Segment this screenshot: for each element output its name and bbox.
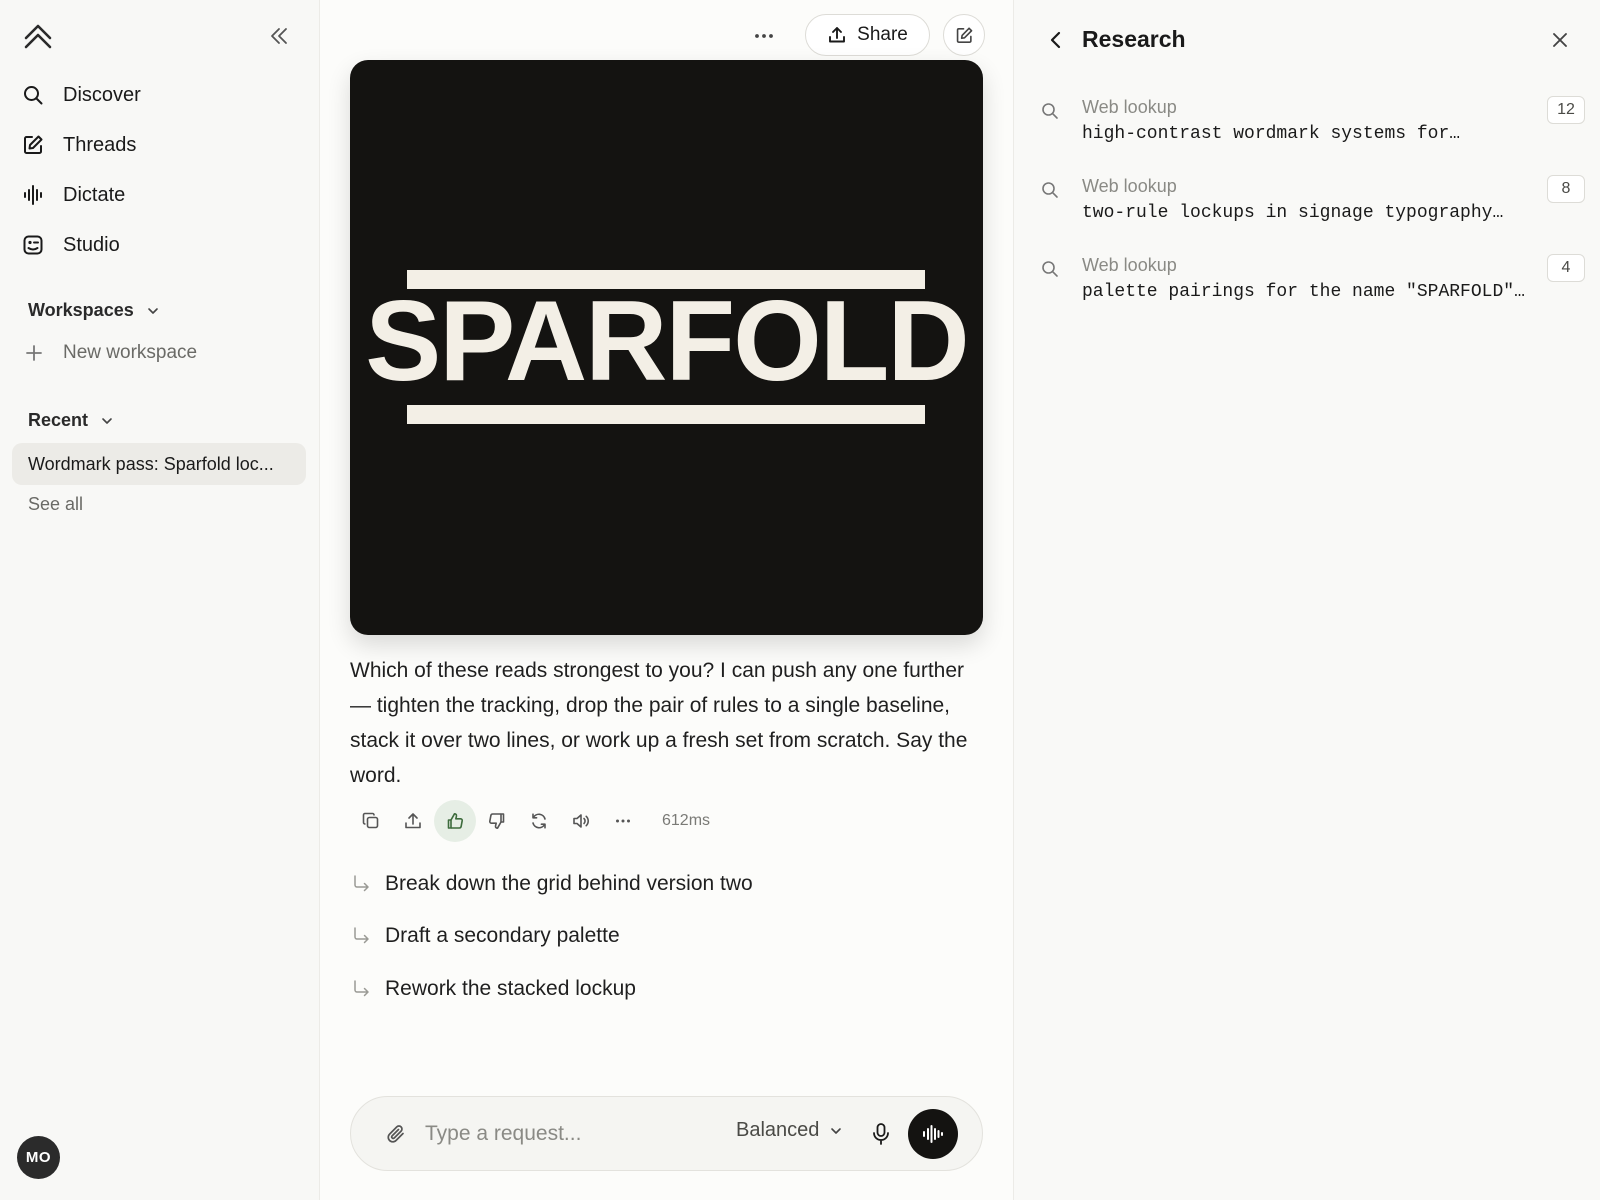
edit-icon (22, 134, 44, 156)
recent-thread-item[interactable]: Wordmark pass: Sparfold loc... (12, 443, 306, 485)
regenerate-icon (532, 813, 546, 829)
source-count-badge: 4 (1547, 254, 1585, 282)
suggestion-item[interactable]: Break down the grid behind version two (350, 872, 753, 896)
main-thread: Share SPARFOLD Which of these reads stro… (320, 0, 1013, 1200)
regenerate-button[interactable] (518, 800, 560, 842)
more-actions-button[interactable] (602, 800, 644, 842)
workspaces-label: Workspaces (28, 300, 134, 320)
copy-button[interactable] (350, 800, 392, 842)
nav-studio-label: Studio (63, 233, 120, 256)
lookup-item[interactable]: Web lookup two-rule lockups in signage t… (1040, 175, 1585, 236)
research-panel: Research Web lookup high-contrast wordma… (1013, 0, 1600, 1200)
attach-icon[interactable] (385, 1123, 407, 1145)
share-button[interactable]: Share (805, 14, 930, 56)
source-count-badge: 8 (1547, 175, 1585, 203)
new-thread-button[interactable] (943, 14, 985, 56)
assistant-message: Which of these reads strongest to you? I… (350, 659, 968, 787)
sidebar: Discover Threads Dictate Studio Workspac… (0, 0, 320, 1200)
thumbs-down-icon (488, 813, 505, 829)
reply-arrow-icon (350, 978, 372, 1000)
suggestion-label: Rework the stacked lockup (385, 977, 636, 1000)
search-icon (1040, 180, 1060, 200)
thumbs-up-icon (447, 813, 464, 829)
share-label: Share (857, 24, 908, 45)
response-time: 612ms (662, 812, 711, 829)
see-all-link[interactable]: See all (28, 494, 83, 515)
mode-label: Balanced (736, 1119, 820, 1141)
chevron-down-icon (829, 1124, 843, 1138)
nav-discover-label: Discover (63, 83, 141, 106)
search-icon (22, 84, 44, 106)
nav-discover[interactable]: Discover (22, 77, 302, 113)
suggestion-item[interactable]: Rework the stacked lockup (350, 977, 636, 1001)
message-actions: 612ms (350, 800, 710, 842)
search-icon (1040, 259, 1060, 279)
plus-icon (24, 343, 44, 363)
nav-studio[interactable]: Studio (22, 227, 302, 263)
share-icon (405, 813, 421, 829)
request-input[interactable] (425, 1115, 705, 1153)
chevron-down-icon (100, 414, 114, 428)
read-aloud-button[interactable] (560, 800, 602, 842)
export-button[interactable] (392, 800, 434, 842)
logo-icon[interactable] (22, 20, 54, 52)
lookup-query: palette pairings for the name "SPARFOLD"… (1082, 282, 1525, 302)
chevron-down-icon (146, 304, 160, 318)
back-icon[interactable] (1044, 28, 1068, 52)
reply-arrow-icon (350, 873, 372, 895)
voice-mode-button[interactable] (908, 1109, 958, 1159)
panel-title: Research (1082, 26, 1186, 52)
suggestion-item[interactable]: Draft a secondary palette (350, 924, 620, 948)
wordmark-text: SPARFOLD (365, 278, 970, 405)
avatar[interactable]: MO (17, 1136, 60, 1179)
lookup-kind: Web lookup (1082, 255, 1177, 275)
waveform-icon (923, 1125, 943, 1143)
upload-icon (827, 25, 847, 45)
nav-threads-label: Threads (63, 133, 137, 156)
composer: Balanced (350, 1096, 983, 1171)
like-button[interactable] (434, 800, 476, 842)
workspaces-toggle[interactable]: Workspaces (28, 300, 160, 321)
suggestion-label: Draft a secondary palette (385, 924, 620, 947)
recent-toggle[interactable]: Recent (28, 410, 114, 431)
reply-arrow-icon (350, 925, 372, 947)
nav-dictate[interactable]: Dictate (22, 177, 302, 213)
waveform-icon (22, 184, 44, 206)
mode-select[interactable]: Balanced (736, 1119, 843, 1142)
wordmark-bottom-rule (407, 405, 925, 424)
collapse-sidebar-icon[interactable] (266, 24, 292, 48)
search-icon (1040, 101, 1060, 121)
more-icon (616, 819, 630, 823)
new-workspace-label: New workspace (63, 342, 198, 363)
close-icon[interactable] (1548, 28, 1572, 52)
studio-icon (22, 234, 44, 256)
dislike-button[interactable] (476, 800, 518, 842)
microphone-icon[interactable] (868, 1121, 894, 1147)
nav-dictate-label: Dictate (63, 183, 126, 206)
recent-label: Recent (28, 410, 89, 430)
lookup-query: high-contrast wordmark systems for… (1082, 124, 1461, 144)
lookup-kind: Web lookup (1082, 176, 1177, 196)
lookup-kind: Web lookup (1082, 97, 1177, 117)
new-workspace-button[interactable]: New workspace (24, 342, 197, 364)
wordmark-artwork[interactable]: SPARFOLD (350, 60, 983, 635)
lookup-item[interactable]: Web lookup high-contrast wordmark system… (1040, 96, 1585, 157)
nav-threads[interactable]: Threads (22, 127, 302, 163)
speaker-icon (573, 814, 589, 828)
copy-icon (362, 812, 379, 829)
lookup-query: two-rule lockups in signage typography… (1082, 203, 1504, 223)
edit-icon (955, 26, 974, 45)
lookup-item[interactable]: Web lookup palette pairings for the name… (1040, 254, 1585, 315)
suggestion-label: Break down the grid behind version two (385, 872, 753, 895)
more-options-icon[interactable] (750, 22, 778, 50)
source-count-badge: 12 (1547, 96, 1585, 124)
